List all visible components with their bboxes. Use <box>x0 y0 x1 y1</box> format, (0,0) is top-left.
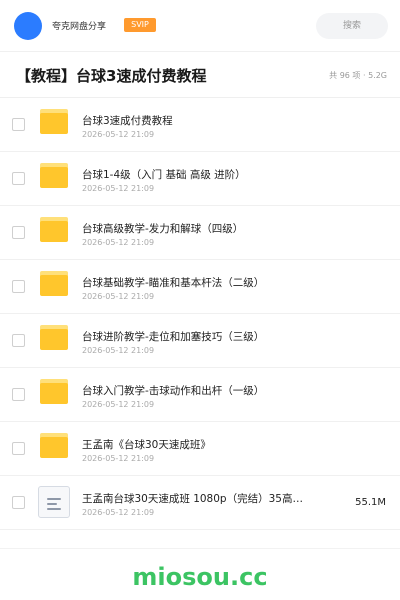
file-date: 2026-05-12 21:09 <box>82 184 155 193</box>
file-row[interactable]: 台球基础教学-瞄准和基本杆法（二级） 2026-05-12 21:09 <box>0 260 400 314</box>
file-date: 2026-05-12 21:09 <box>82 130 155 139</box>
file-row[interactable]: 台球1-4级（入门 基础 高级 进阶） 2026-05-12 21:09 <box>0 152 400 206</box>
file-list: 台球3速成付费教程 2026-05-12 21:09 台球1-4级（入门 基础 … <box>0 98 400 530</box>
file-row[interactable]: 台球高级教学-发力和解球（四级） 2026-05-12 21:09 <box>0 206 400 260</box>
file-name: 王孟南《台球30天速成班》 <box>82 439 211 451</box>
folder-icon <box>40 433 68 458</box>
title-row: 【教程】台球3速成付费教程 共 96 项 · 5.2G <box>0 52 400 98</box>
file-date: 2026-05-12 21:09 <box>82 508 155 517</box>
select-checkbox[interactable] <box>12 442 25 455</box>
search-button[interactable]: 搜索 <box>316 13 388 39</box>
avatar[interactable] <box>14 12 42 40</box>
file-date: 2026-05-12 21:09 <box>82 238 155 247</box>
document-icon <box>38 486 70 518</box>
file-name: 台球1-4级（入门 基础 高级 进阶） <box>82 169 246 181</box>
folder-icon <box>40 163 68 188</box>
file-size: 55.1M <box>355 497 386 508</box>
header-bar: 夸克网盘分享 SVIP 搜索 <box>0 0 400 52</box>
file-date: 2026-05-12 21:09 <box>82 454 155 463</box>
item-count-size: 共 96 项 · 5.2G <box>329 71 387 80</box>
file-row[interactable]: 台球3速成付费教程 2026-05-12 21:09 <box>0 98 400 152</box>
select-checkbox[interactable] <box>12 280 25 293</box>
file-name: 台球3速成付费教程 <box>82 115 173 127</box>
svip-badge: SVIP <box>124 18 156 32</box>
footer: miosou.cc <box>0 548 400 600</box>
file-date: 2026-05-12 21:09 <box>82 346 155 355</box>
file-name: 王孟南台球30天速成班 1080p（完结）35高… <box>82 493 303 505</box>
folder-icon <box>40 109 68 134</box>
file-row[interactable]: 台球进阶教学-走位和加塞技巧（三级） 2026-05-12 21:09 <box>0 314 400 368</box>
select-checkbox[interactable] <box>12 496 25 509</box>
select-checkbox[interactable] <box>12 226 25 239</box>
file-row[interactable]: 台球入门教学-击球动作和出杆（一级） 2026-05-12 21:09 <box>0 368 400 422</box>
file-date: 2026-05-12 21:09 <box>82 400 155 409</box>
user-name: 夸克网盘分享 <box>52 22 107 32</box>
select-checkbox[interactable] <box>12 334 25 347</box>
select-checkbox[interactable] <box>12 118 25 131</box>
file-name: 台球进阶教学-走位和加塞技巧（三级） <box>82 331 265 343</box>
file-name: 台球入门教学-击球动作和出杆（一级） <box>82 385 265 397</box>
file-name: 台球基础教学-瞄准和基本杆法（二级） <box>82 277 265 289</box>
folder-icon <box>40 325 68 350</box>
folder-icon <box>40 271 68 296</box>
file-date: 2026-05-12 21:09 <box>82 292 155 301</box>
file-row[interactable]: 王孟南《台球30天速成班》 2026-05-12 21:09 <box>0 422 400 476</box>
watermark-text: miosou.cc <box>132 563 268 591</box>
select-checkbox[interactable] <box>12 172 25 185</box>
folder-icon <box>40 217 68 242</box>
file-row[interactable]: 王孟南台球30天速成班 1080p（完结）35高… 2026-05-12 21:… <box>0 476 400 530</box>
file-name: 台球高级教学-发力和解球（四级） <box>82 223 244 235</box>
select-checkbox[interactable] <box>12 388 25 401</box>
folder-icon <box>40 379 68 404</box>
page-title: 【教程】台球3速成付费教程 <box>16 67 207 85</box>
